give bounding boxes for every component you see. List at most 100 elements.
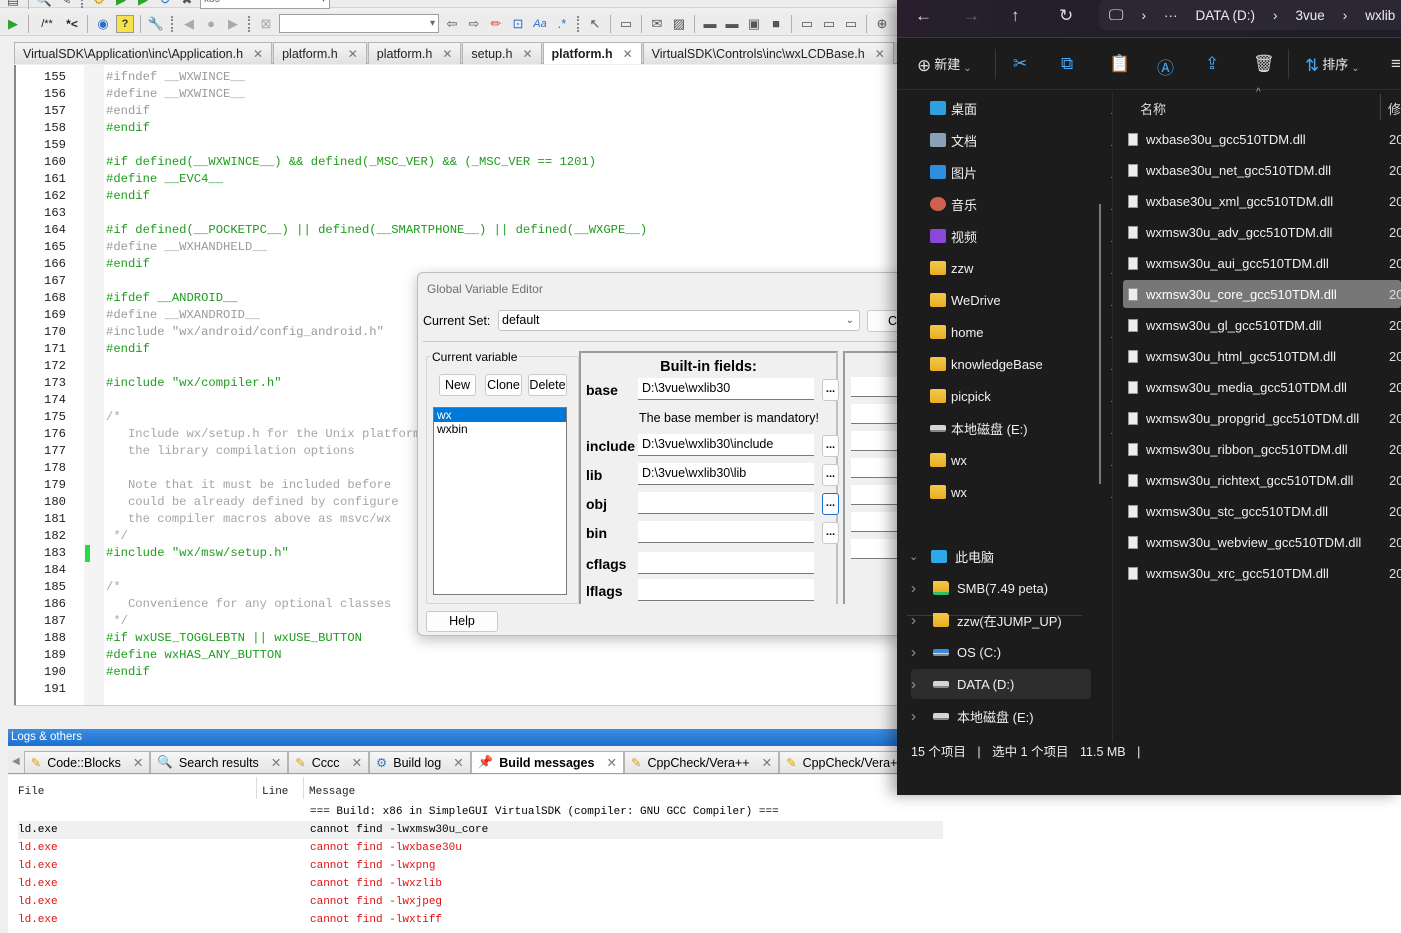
close-icon[interactable]: ✕	[352, 755, 362, 770]
file-row[interactable]: wxmsw30u_xrc_gcc510TDM.dll 20	[1123, 559, 1401, 587]
file-row[interactable]: wxbase30u_net_gcc510TDM.dll 20	[1123, 156, 1401, 184]
new-item-button[interactable]: ⊕ 新建 ⌄	[917, 54, 972, 76]
layout-4-icon[interactable]: ■	[767, 15, 785, 33]
column-header-line[interactable]: Line	[262, 783, 288, 801]
regex-icon[interactable]: .*	[553, 15, 571, 33]
wrench-icon[interactable]: 🔧	[147, 15, 165, 33]
breadcrumb-separator-icon[interactable]: ›	[1141, 8, 1146, 23]
close-icon[interactable]: ✕	[253, 47, 263, 61]
help-button[interactable]: Help	[426, 611, 498, 632]
field-input-lib[interactable]: D:\3vue\wxlib30\lib	[638, 463, 814, 485]
editor-tab[interactable]: platform.h ✕	[542, 42, 642, 64]
tree-item[interactable]: › zzw(在JUMP_UP)	[911, 605, 1091, 635]
logs-tab[interactable]: 🔍 Search results ✕	[150, 751, 289, 773]
file-row[interactable]: wxmsw30u_richtext_gcc510TDM.dll 20	[1123, 466, 1401, 494]
match-case-icon[interactable]: Aa	[531, 15, 549, 33]
user-field-input[interactable]	[851, 539, 903, 559]
close-icon[interactable]: ✕	[623, 47, 633, 61]
prev-arrow-icon[interactable]: ⇦	[443, 15, 461, 33]
rename-icon[interactable]: Ⓐ	[1157, 54, 1174, 79]
chevron-down-icon[interactable]: ⌄	[909, 550, 923, 563]
browse-base-button[interactable]: ...	[822, 379, 839, 401]
field-input-include[interactable]: D:\3vue\wxlib30\include	[638, 434, 814, 456]
file-row[interactable]: wxmsw30u_webview_gcc510TDM.dll 20	[1123, 528, 1401, 556]
close-icon[interactable]: ✕	[453, 755, 463, 770]
close-icon[interactable]: ✕	[271, 755, 281, 770]
nav-item[interactable]: picpick📌	[930, 381, 1124, 411]
log-row[interactable]: === Build: x86 in SimpleGUI VirtualSDK (…	[18, 803, 943, 821]
chevron-right-icon[interactable]: ›	[911, 676, 925, 693]
incremental-search-input[interactable]: ▾	[279, 14, 439, 33]
copy-icon[interactable]: ⧉	[1061, 54, 1073, 74]
tabs-scroll-left-icon[interactable]: ◀	[8, 756, 24, 767]
editor-horizontal-scrollbar[interactable]	[14, 705, 900, 721]
editor-tab[interactable]: platform.h ✕	[273, 42, 367, 64]
user-field-input[interactable]	[851, 377, 903, 397]
logs-tab[interactable]: 📌 Build messages ✕	[470, 751, 624, 773]
nav-item[interactable]: knowledgeBase📌	[930, 349, 1124, 379]
editor-tab[interactable]: VirtualSDK\Controls\inc\wxLCDBase.h ✕	[642, 42, 894, 64]
chevron-right-icon[interactable]: ›	[911, 708, 925, 725]
help-icon[interactable]: ?	[116, 14, 134, 33]
nav-item[interactable]: 桌面📌	[930, 93, 1124, 123]
logs-tab[interactable]: ✎ Code::Blocks ✕	[23, 751, 151, 773]
abort-icon[interactable]: ✖	[178, 0, 196, 9]
build-icon[interactable]: ⚙	[90, 0, 108, 9]
build-run-icon[interactable]: ▶	[134, 0, 152, 9]
address-bar[interactable]: 🖵 › ··· DATA (D:) › 3vue › wxlib	[1099, 0, 1401, 30]
shape-3-icon[interactable]: ▭	[842, 15, 860, 33]
up-arrow-icon[interactable]: ↑	[1011, 6, 1020, 26]
nav-item[interactable]: wx📌	[930, 477, 1124, 507]
browse-bin-button[interactable]: ...	[822, 522, 839, 544]
file-row[interactable]: wxmsw30u_gl_gcc510TDM.dll 20	[1123, 311, 1401, 339]
file-row[interactable]: wxmsw30u_adv_gcc510TDM.dll 20	[1123, 218, 1401, 246]
chevron-right-icon[interactable]: ›	[911, 644, 925, 661]
tree-item[interactable]: › OS (C:)	[911, 637, 1091, 667]
shape-1-icon[interactable]: ▭	[798, 15, 816, 33]
nav-item[interactable]: WeDrive📌	[930, 285, 1124, 315]
close-icon[interactable]: ✕	[348, 47, 358, 61]
tree-item[interactable]: › SMB(7.49 peta)	[911, 573, 1091, 603]
back-arrow-icon[interactable]: ←	[915, 6, 932, 26]
file-row[interactable]: wxmsw30u_html_gcc510TDM.dll 20	[1123, 342, 1401, 370]
run-icon[interactable]: ▶	[112, 0, 130, 9]
editor-tab[interactable]: platform.h ✕	[367, 42, 462, 64]
close-icon[interactable]: ✕	[442, 47, 452, 61]
editor-tab[interactable]: setup.h ✕	[462, 42, 542, 64]
close-icon[interactable]: ✕	[522, 47, 532, 61]
browse-obj-button[interactable]: ...	[822, 493, 839, 515]
logs-tab[interactable]: ✎ CppCheck/Vera++ ✕	[623, 751, 780, 773]
variable-list-item[interactable]: wxbin	[434, 422, 566, 436]
chevron-right-icon[interactable]: ›	[911, 580, 925, 597]
shape-2-icon[interactable]: ▭	[820, 15, 838, 33]
clear-search-icon[interactable]: ⊠	[257, 15, 275, 33]
field-input-cflags[interactable]	[638, 552, 814, 574]
toolbar-grip[interactable]	[248, 15, 251, 32]
toolbar-grip[interactable]	[81, 0, 84, 8]
doxy-line-comment-button[interactable]: *<	[63, 15, 81, 33]
variable-list[interactable]: wx wxbin	[433, 407, 567, 595]
envelope-icon[interactable]: ✉	[648, 15, 666, 33]
breadcrumb-item-drive[interactable]: DATA (D:)	[1195, 8, 1255, 23]
log-row[interactable]: ld.exe cannot find -lwxzlib	[18, 875, 943, 893]
toolbar-grip[interactable]	[171, 15, 174, 32]
refresh-icon[interactable]: ↻	[1059, 6, 1073, 26]
user-field-input[interactable]	[851, 485, 903, 505]
tree-this-pc[interactable]: ⌄ 此电脑	[909, 541, 994, 571]
file-row[interactable]: wxmsw30u_aui_gcc510TDM.dll 20	[1123, 249, 1401, 277]
delete-icon[interactable]: 🗑	[1253, 54, 1275, 74]
file-row[interactable]: wxbase30u_xml_gcc510TDM.dll 20	[1123, 187, 1401, 215]
jump-back-icon[interactable]: ◀	[180, 15, 198, 33]
highlight-icon[interactable]: ✏	[487, 15, 505, 33]
file-row[interactable]: wxmsw30u_ribbon_gcc510TDM.dll 20	[1123, 435, 1401, 463]
user-field-input[interactable]	[851, 512, 903, 532]
log-row[interactable]: ld.exe cannot find -lwxtiff	[18, 911, 943, 929]
log-row[interactable]: ld.exe cannot find -lwxbase30u	[18, 839, 943, 857]
open-file-icon[interactable]: ▤	[4, 0, 22, 9]
close-icon[interactable]: ✕	[133, 755, 143, 770]
log-row[interactable]: ld.exe cannot find -lwxmsw30u_core	[18, 821, 943, 839]
close-icon[interactable]: ✕	[875, 47, 885, 61]
column-header-message[interactable]: Message	[309, 783, 355, 801]
delete-variable-button[interactable]: Delete	[528, 374, 567, 396]
tree-item[interactable]: › 本地磁盘 (E:)	[911, 701, 1091, 731]
